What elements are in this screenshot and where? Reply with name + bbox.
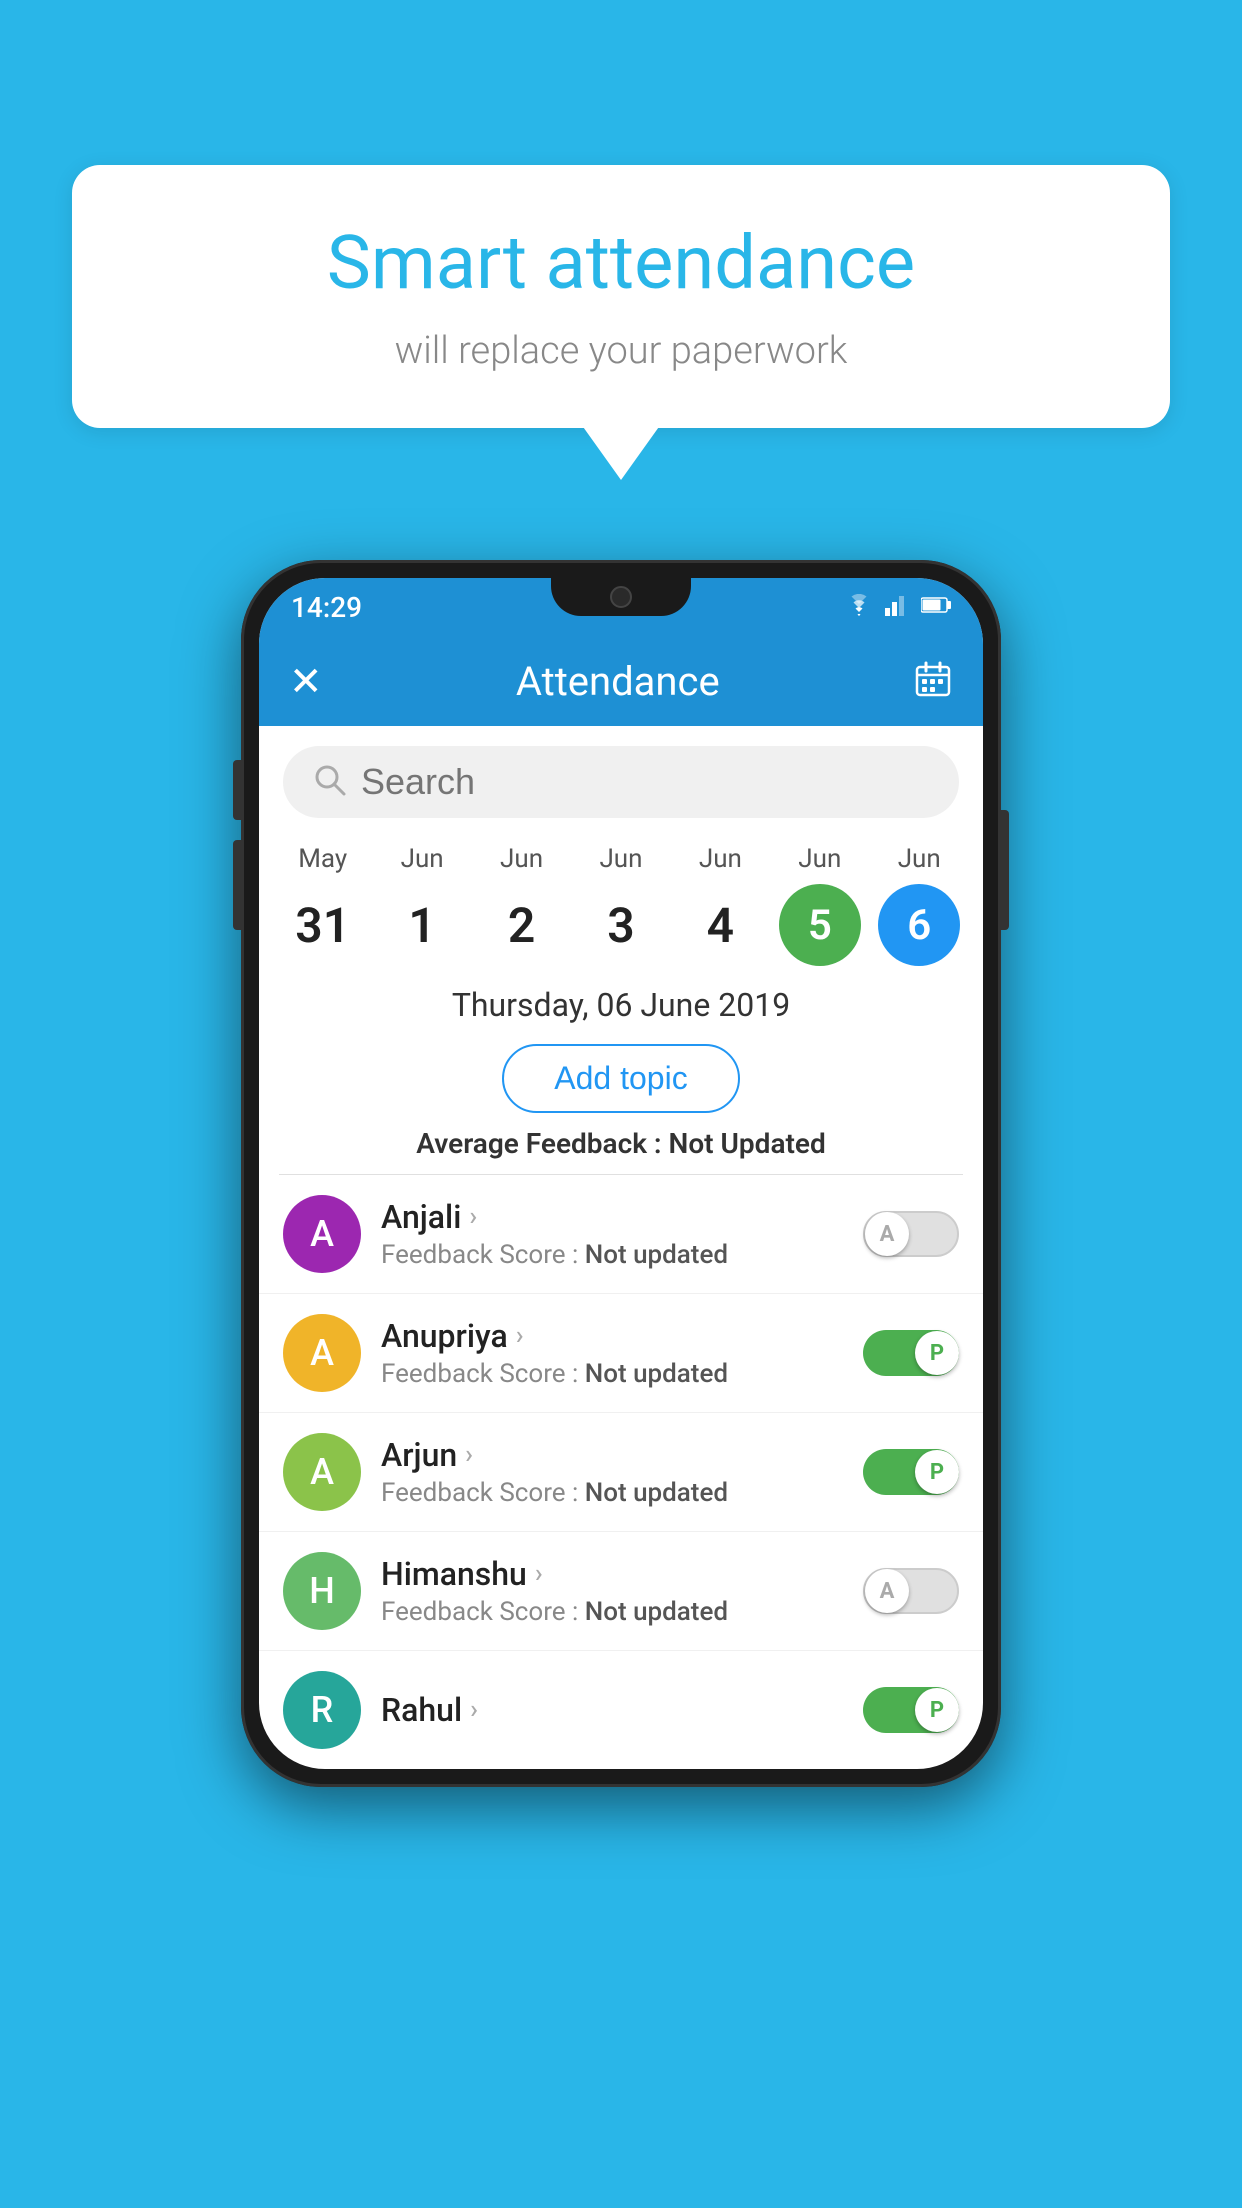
toggle-thumb-anupriya: P [915, 1331, 959, 1375]
student-name-rahul: Rahul › [381, 1691, 843, 1729]
avatar-arjun: A [283, 1433, 361, 1511]
attendance-toggle-rahul[interactable]: P [863, 1687, 959, 1733]
attendance-toggle-arjun[interactable]: P [863, 1449, 959, 1495]
chevron-right-icon: › [465, 1440, 473, 1470]
student-info-arjun: Arjun › Feedback Score : Not updated [381, 1436, 843, 1508]
student-name-anjali: Anjali › [381, 1198, 843, 1236]
toggle-thumb-rahul: P [915, 1688, 959, 1732]
cal-day-jun1[interactable]: Jun 1 [377, 844, 467, 966]
search-icon [313, 763, 347, 801]
chevron-right-icon: › [470, 1695, 478, 1725]
volume-up-button [233, 760, 241, 820]
signal-icon [885, 594, 909, 620]
phone-screen: 14:29 [259, 578, 983, 1769]
toggle-container-rahul[interactable]: P [863, 1687, 959, 1733]
avatar-anjali: A [283, 1195, 361, 1273]
toggle-thumb-himanshu: A [865, 1569, 909, 1613]
student-feedback-anupriya: Feedback Score : Not updated [381, 1359, 843, 1389]
front-camera [610, 586, 632, 608]
avg-feedback: Average Feedback : Not Updated [259, 1127, 983, 1174]
student-info-himanshu: Himanshu › Feedback Score : Not updated [381, 1555, 843, 1627]
power-button [1001, 810, 1009, 930]
cal-day-jun4[interactable]: Jun 4 [675, 844, 765, 966]
toggle-thumb-arjun: P [915, 1450, 959, 1494]
speech-bubble: Smart attendance will replace your paper… [72, 165, 1170, 428]
phone-notch [551, 578, 691, 616]
student-item-anupriya[interactable]: A Anupriya › Feedback Score : Not update… [259, 1294, 983, 1413]
toggle-container-arjun[interactable]: P [863, 1449, 959, 1495]
toggle-container-anjali[interactable]: A [863, 1211, 959, 1257]
cal-day-jun3[interactable]: Jun 3 [576, 844, 666, 966]
student-name-himanshu: Himanshu › [381, 1555, 843, 1593]
student-item-anjali[interactable]: A Anjali › Feedback Score : Not updated … [259, 1175, 983, 1294]
chevron-right-icon: › [535, 1559, 543, 1589]
calendar-icon[interactable] [913, 659, 953, 703]
header-title: Attendance [516, 658, 720, 705]
attendance-toggle-anupriya[interactable]: P [863, 1330, 959, 1376]
phone-device: 14:29 [241, 560, 1001, 1787]
close-button[interactable]: ✕ [289, 658, 323, 705]
student-name-arjun: Arjun › [381, 1436, 843, 1474]
chevron-right-icon: › [469, 1202, 477, 1232]
avatar-anupriya: A [283, 1314, 361, 1392]
volume-down-button [233, 840, 241, 930]
status-time: 14:29 [291, 591, 362, 624]
wifi-icon [845, 594, 873, 620]
student-info-anupriya: Anupriya › Feedback Score : Not updated [381, 1317, 843, 1389]
cal-day-jun2[interactable]: Jun 2 [477, 844, 567, 966]
avg-feedback-value: Not Updated [669, 1127, 826, 1160]
cal-day-jun6[interactable]: Jun 6 [874, 844, 964, 966]
add-topic-button[interactable]: Add topic [502, 1044, 739, 1113]
student-list: A Anjali › Feedback Score : Not updated … [259, 1175, 983, 1769]
attendance-toggle-anjali[interactable]: A [863, 1211, 959, 1257]
search-bar[interactable] [283, 746, 959, 818]
calendar-row: May 31 Jun 1 Jun 2 Jun 3 Jun 4 [259, 828, 983, 972]
avatar-rahul: R [283, 1671, 361, 1749]
student-item-arjun[interactable]: A Arjun › Feedback Score : Not updated P [259, 1413, 983, 1532]
avatar-himanshu: H [283, 1552, 361, 1630]
speech-bubble-title: Smart attendance [132, 220, 1110, 307]
student-item-rahul[interactable]: R Rahul › P [259, 1651, 983, 1769]
student-item-himanshu[interactable]: H Himanshu › Feedback Score : Not update… [259, 1532, 983, 1651]
speech-bubble-container: Smart attendance will replace your paper… [72, 165, 1170, 428]
student-name-anupriya: Anupriya › [381, 1317, 843, 1355]
search-input[interactable] [361, 761, 929, 803]
avg-feedback-label: Average Feedback : [416, 1127, 661, 1160]
attendance-toggle-himanshu[interactable]: A [863, 1568, 959, 1614]
speech-bubble-subtitle: will replace your paperwork [132, 329, 1110, 373]
toggle-container-anupriya[interactable]: P [863, 1330, 959, 1376]
app-header: ✕ Attendance [259, 636, 983, 726]
student-feedback-anjali: Feedback Score : Not updated [381, 1240, 843, 1270]
cal-day-may31[interactable]: May 31 [278, 844, 368, 966]
battery-icon [921, 596, 951, 618]
cal-day-jun5[interactable]: Jun 5 [775, 844, 865, 966]
toggle-thumb-anjali: A [865, 1212, 909, 1256]
toggle-container-himanshu[interactable]: A [863, 1568, 959, 1614]
selected-date-label: Thursday, 06 June 2019 [259, 972, 983, 1034]
student-info-rahul: Rahul › [381, 1691, 843, 1729]
student-info-anjali: Anjali › Feedback Score : Not updated [381, 1198, 843, 1270]
student-feedback-himanshu: Feedback Score : Not updated [381, 1597, 843, 1627]
status-icons [845, 594, 951, 620]
student-feedback-arjun: Feedback Score : Not updated [381, 1478, 843, 1508]
chevron-right-icon: › [516, 1321, 524, 1351]
